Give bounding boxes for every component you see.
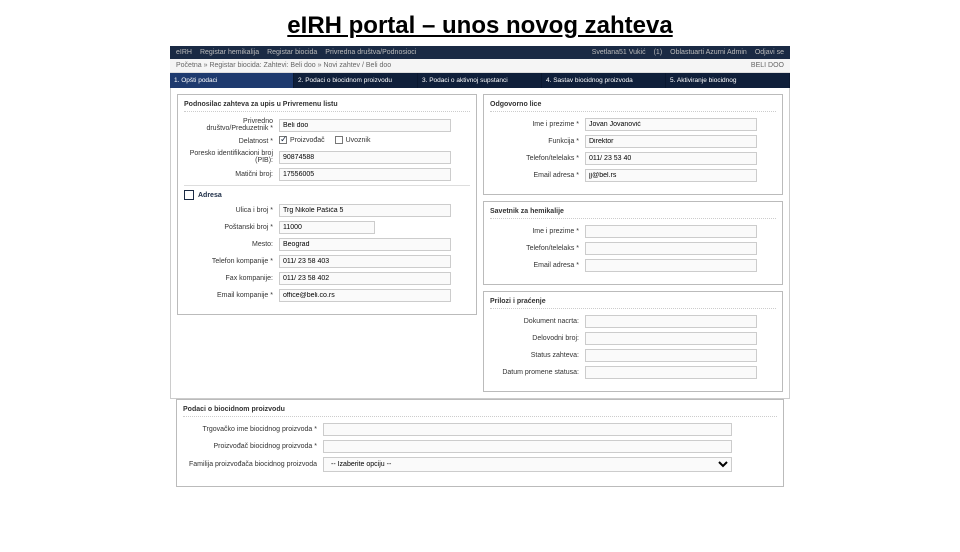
nav-admin[interactable]: Oblastuarti Azurni Admin	[670, 49, 747, 56]
topbar: eIRH Registar hemikalija Registar biocid…	[170, 46, 790, 59]
input-ime[interactable]	[585, 118, 757, 131]
app-frame: eIRH Registar hemikalija Registar biocid…	[170, 46, 790, 487]
breadcrumb-company: BELI DOO	[751, 62, 784, 69]
step-1[interactable]: 1. Opšti podaci	[170, 73, 294, 88]
panel-biocidni-proizvod: Podaci o biocidnom proizvodu Trgovačko i…	[176, 399, 784, 487]
nav-eirh[interactable]: eIRH	[176, 49, 192, 56]
step-2[interactable]: 2. Podaci o biocidnom proizvodu	[294, 73, 418, 88]
nav-biocida[interactable]: Registar biocida	[267, 49, 317, 56]
checkbox-label: Uvoznik	[346, 137, 371, 144]
label-pib: Poresko identifikacioni broj (PIB):	[184, 150, 279, 164]
step-4[interactable]: 4. Sastav biocidnog proizvoda	[542, 73, 666, 88]
label-email: Email adresa *	[490, 172, 585, 179]
input-proizvodjac[interactable]	[323, 440, 732, 453]
label-dok: Dokument nacrta:	[490, 318, 585, 325]
form-content: Podnosilac zahteva za upis u Privremenu …	[170, 88, 790, 399]
label-mesto: Mesto:	[184, 241, 279, 248]
panel-prilozi: Prilozi i praćenje Dokument nacrta: Delo…	[483, 291, 783, 392]
checkbox-uvoznik[interactable]: Uvoznik	[335, 136, 371, 144]
label-email: Email kompanije *	[184, 292, 279, 299]
input-trg-ime[interactable]	[323, 423, 732, 436]
input-funkcija[interactable]	[585, 135, 757, 148]
input-tel-kompanije[interactable]	[279, 255, 451, 268]
input-dokument[interactable]	[585, 315, 757, 328]
input-savetnik-tel[interactable]	[585, 242, 757, 255]
label-funkcija: Funkcija *	[490, 138, 585, 145]
wizard-steps: 1. Opšti podaci 2. Podaci o biocidnom pr…	[170, 73, 790, 88]
input-datum[interactable]	[585, 366, 757, 379]
step-3[interactable]: 3. Podaci o aktivnoj supstanci	[418, 73, 542, 88]
checkbox-icon	[279, 136, 287, 144]
select-familija[interactable]: -- Izaberite opciju --	[323, 457, 732, 472]
checkbox-icon	[335, 136, 343, 144]
panel-title: Prilozi i praćenje	[490, 298, 776, 309]
panel-title: Savetnik za hemikalije	[490, 208, 776, 219]
label-tel: Telefon/telelaks *	[490, 155, 585, 162]
label-delbroj: Delovodni broj:	[490, 335, 585, 342]
adresa-label: Adresa	[198, 192, 222, 199]
checkbox-label: Proizvođač	[290, 137, 325, 144]
input-delbroj[interactable]	[585, 332, 757, 345]
panel-title: Odgovorno lice	[490, 101, 776, 112]
label-familija: Familija proizvođača biocidnog proizvoda	[183, 461, 323, 468]
input-tel[interactable]	[585, 152, 757, 165]
label-mb: Matični broj:	[184, 171, 279, 178]
panel-title: Podaci o biocidnom proizvodu	[183, 406, 777, 417]
label-pb: Poštanski broj *	[184, 224, 279, 231]
right-column: Odgovorno lice Ime i prezime * Funkcija …	[483, 94, 783, 392]
input-mb[interactable]	[279, 168, 451, 181]
input-pib[interactable]	[279, 151, 451, 164]
slide-title: eIRH portal – unos novog zahteva	[0, 12, 960, 40]
input-email[interactable]	[585, 169, 757, 182]
input-pd[interactable]	[279, 119, 451, 132]
breadcrumb: Početna » Registar biocida: Zahtevi: Bel…	[170, 59, 790, 73]
input-mesto[interactable]	[279, 238, 451, 251]
label-proizvodjac: Proizvođač biocidnog proizvoda *	[183, 443, 323, 450]
logout-link[interactable]: Odjavi se	[755, 49, 784, 56]
notif-count[interactable]: (1)	[654, 49, 663, 56]
input-email-kompanije[interactable]	[279, 289, 451, 302]
label-trg-ime: Trgovačko ime biocidnog proizvoda *	[183, 426, 323, 433]
panel-savetnik: Savetnik za hemikalije Ime i prezime * T…	[483, 201, 783, 285]
panel-title: Podnosilac zahteva za upis u Privremenu …	[184, 101, 470, 112]
input-pb[interactable]	[279, 221, 375, 234]
label-tel: Telefon kompanije *	[184, 258, 279, 265]
nav-drustva[interactable]: Privredna društva/Podnosioci	[325, 49, 416, 56]
adresa-header: Adresa	[184, 185, 470, 200]
user-name: Svetlana51 Vukić	[592, 49, 646, 56]
label-delatnost: Delatnost *	[184, 138, 279, 145]
checkbox-proizvodjac[interactable]: Proizvođač	[279, 136, 325, 144]
label-email: Email adresa *	[490, 262, 585, 269]
label-ime: Ime i prezime *	[490, 121, 585, 128]
input-savetnik-email[interactable]	[585, 259, 757, 272]
input-ulica[interactable]	[279, 204, 451, 217]
label-datum: Datum promene statusa:	[490, 369, 585, 376]
label-ulica: Ulica i broj *	[184, 207, 279, 214]
label-pd: Privredno društvo/Preduzetnik *	[184, 118, 279, 132]
label-status: Status zahteva:	[490, 352, 585, 359]
input-status[interactable]	[585, 349, 757, 362]
panel-podnosilac: Podnosilac zahteva za upis u Privremenu …	[177, 94, 477, 315]
label-tel: Telefon/telelaks *	[490, 245, 585, 252]
breadcrumb-path: Početna » Registar biocida: Zahtevi: Bel…	[176, 62, 391, 69]
left-column: Podnosilac zahteva za upis u Privremenu …	[177, 94, 477, 392]
input-savetnik-ime[interactable]	[585, 225, 757, 238]
label-fax: Fax kompanije:	[184, 275, 279, 282]
location-icon	[184, 190, 194, 200]
step-5[interactable]: 5. Aktiviranje biocidnog	[666, 73, 790, 88]
input-fax[interactable]	[279, 272, 451, 285]
label-ime: Ime i prezime *	[490, 228, 585, 235]
nav-hemikalije[interactable]: Registar hemikalija	[200, 49, 259, 56]
panel-odgovorno-lice: Odgovorno lice Ime i prezime * Funkcija …	[483, 94, 783, 195]
